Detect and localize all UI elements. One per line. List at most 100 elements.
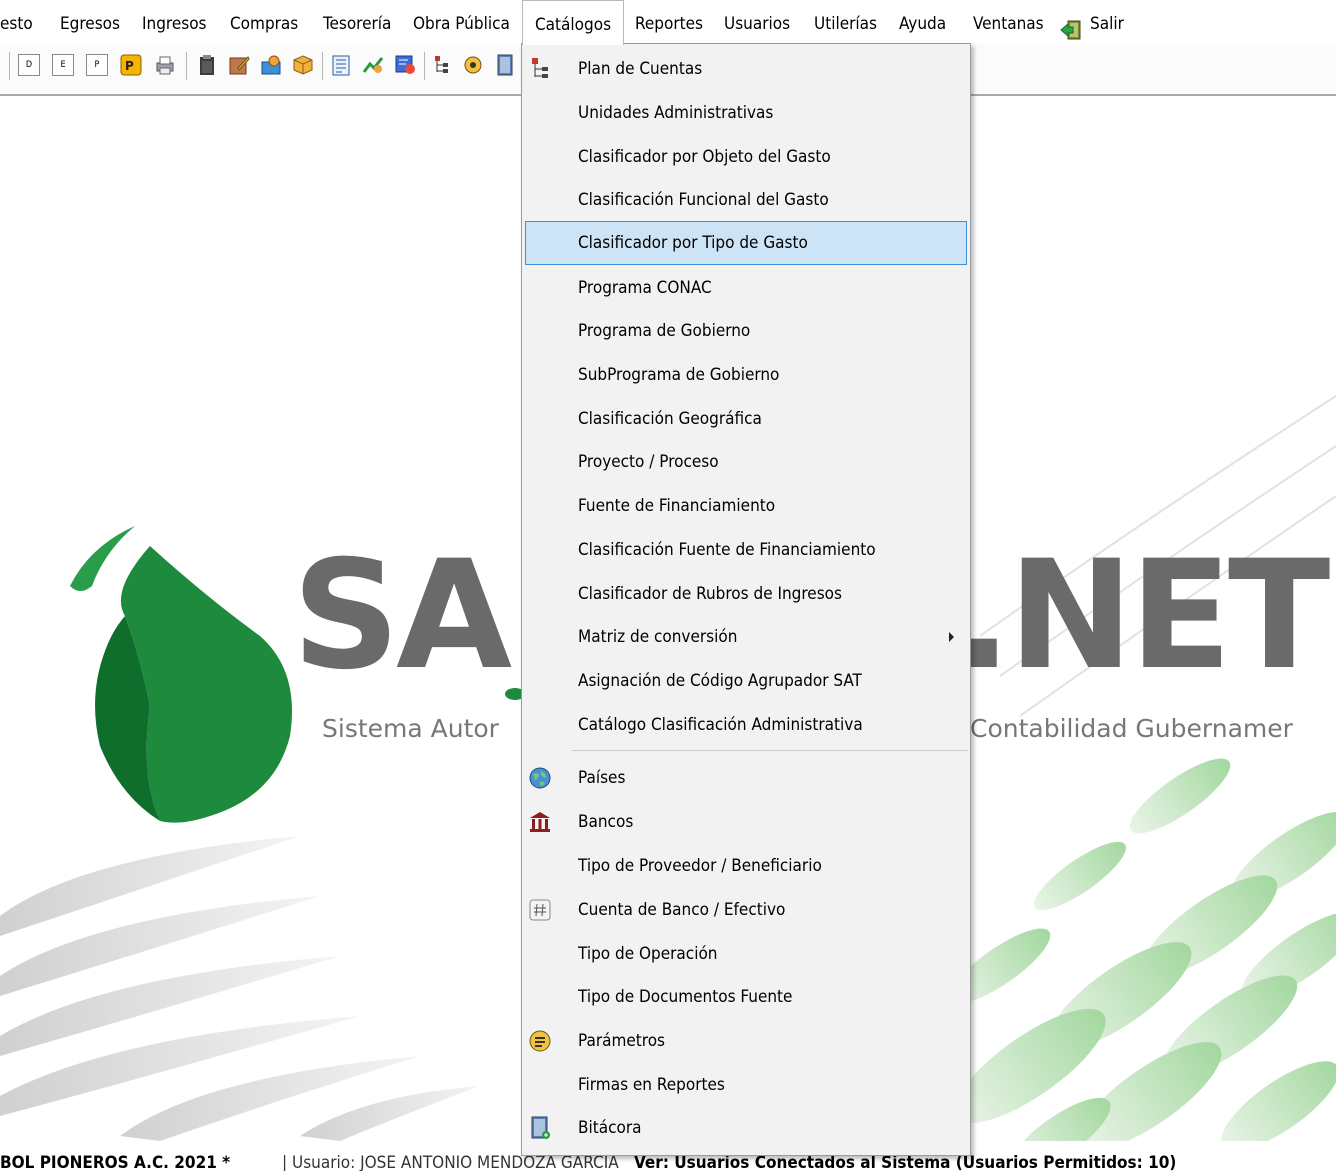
tree-icon <box>528 57 552 81</box>
tree-icon[interactable] <box>432 54 454 76</box>
menu-item-label: Programa de Gobierno <box>578 321 751 341</box>
menu-ayuda[interactable]: Ayuda <box>899 0 946 44</box>
bank-icon <box>528 810 552 834</box>
menu-item-paises[interactable]: Países <box>522 756 970 800</box>
menu-item-label: Tipo de Proveedor / Beneficiario <box>578 856 822 876</box>
menu-usuarios[interactable]: Usuarios <box>724 0 790 44</box>
leaf-logo <box>70 526 292 823</box>
menu-item-clasificador-objeto-gasto[interactable]: Clasificador por Objeto del Gasto <box>522 135 970 179</box>
toolbar-separator <box>186 52 187 80</box>
menu-item-subprograma-gobierno[interactable]: SubPrograma de Gobierno <box>522 353 970 397</box>
printer-icon[interactable] <box>154 54 176 76</box>
logo-text-net: .NET <box>955 529 1330 703</box>
menu-compras[interactable]: Compras <box>230 0 298 44</box>
menu-item-clasificacion-geografica[interactable]: Clasificación Geográfica <box>522 397 970 441</box>
menu-item-plan-de-cuentas[interactable]: Plan de Cuentas <box>522 47 970 91</box>
toolbar-separator <box>9 52 10 80</box>
menu-item-label: Parámetros <box>578 1031 666 1051</box>
menu-tesoreria[interactable]: Tesorería <box>323 0 391 44</box>
menu-item-parametros[interactable]: Parámetros <box>522 1019 970 1063</box>
menu-catalogos[interactable]: Catálogos <box>522 0 624 45</box>
menu-item-bancos[interactable]: Bancos <box>522 800 970 844</box>
menu-item-label: Plan de Cuentas <box>578 59 703 79</box>
menu-item-unidades-administrativas[interactable]: Unidades Administrativas <box>522 91 970 135</box>
menu-salir-label: Salir <box>1090 14 1124 34</box>
menu-item-matriz-conversion[interactable]: Matriz de conversión <box>522 615 970 659</box>
menu-item-clasificacion-fuente-financiamiento[interactable]: Clasificación Fuente de Financiamiento <box>522 528 970 572</box>
menu-ingresos[interactable]: Ingresos <box>142 0 207 44</box>
notepad-icon[interactable] <box>228 54 250 76</box>
menu-item-label: Proyecto / Proceso <box>578 452 719 472</box>
menu-item-label: Clasificación Funcional del Gasto <box>578 190 829 210</box>
menu-utilerias[interactable]: Utilerías <box>814 0 877 44</box>
menu-bar: esto Egresos Ingresos Compras Tesorería … <box>0 0 1336 45</box>
exit-door-icon <box>1060 12 1082 40</box>
menu-item-tipo-operacion[interactable]: Tipo de Operación <box>522 932 970 976</box>
toolbar-button-p[interactable]: P <box>86 54 108 76</box>
menu-item-label: Países <box>578 768 626 788</box>
menu-item-label: Bitácora <box>578 1118 642 1138</box>
parameters-icon <box>528 1029 552 1053</box>
menu-item-label: Cuenta de Banco / Efectivo <box>578 900 786 920</box>
menu-item-firmas-reportes[interactable]: Firmas en Reportes <box>522 1063 970 1107</box>
menu-item-cuenta-banco-efectivo[interactable]: Cuenta de Banco / Efectivo <box>522 888 970 932</box>
svg-text:P: P <box>125 59 134 73</box>
box-icon[interactable] <box>292 54 314 76</box>
menu-item-bitacora[interactable]: Bitácora <box>522 1106 970 1150</box>
menu-item-label: Fuente de Financiamiento <box>578 496 776 516</box>
menu-item-label: Clasificador de Rubros de Ingresos <box>578 584 842 604</box>
submenu-arrow-icon <box>949 632 954 642</box>
menu-reportes[interactable]: Reportes <box>635 0 703 44</box>
menu-item-label: SubPrograma de Gobierno <box>578 365 780 385</box>
catalogos-dropdown-menu: Plan de Cuentas Unidades Administrativas… <box>521 43 971 1156</box>
menu-item-label: Tipo de Documentos Fuente <box>578 987 793 1007</box>
menu-item-label: Bancos <box>578 812 634 832</box>
menu-item-label: Clasificador por Objeto del Gasto <box>578 147 831 167</box>
status-company: BOL PIONEROS A.C. 2021 * <box>0 1153 231 1171</box>
menu-item-label: Matriz de conversión <box>578 627 738 647</box>
menu-item-label: Catálogo Clasificación Administrativa <box>578 715 863 735</box>
menu-item-label: Firmas en Reportes <box>578 1075 725 1095</box>
menu-ventanas[interactable]: Ventanas <box>973 0 1044 44</box>
log-book-icon <box>528 1116 552 1140</box>
menu-item-programa-conac[interactable]: Programa CONAC <box>522 266 970 310</box>
menu-item-clasificacion-funcional-gasto[interactable]: Clasificación Funcional del Gasto <box>522 178 970 222</box>
toolbar-separator <box>322 52 323 80</box>
toolbar-button-d[interactable]: D <box>18 54 40 76</box>
menu-presupuesto[interactable]: esto <box>0 0 33 44</box>
menu-item-label: Asignación de Código Agrupador SAT <box>578 671 862 691</box>
menu-item-label: Clasificación Geográfica <box>578 409 762 429</box>
settings-icon[interactable] <box>462 54 484 76</box>
book-icon[interactable] <box>494 54 516 76</box>
menu-item-codigo-agrupador-sat[interactable]: Asignación de Código Agrupador SAT <box>522 659 970 703</box>
menu-item-catalogo-clasificacion-administrativa[interactable]: Catálogo Clasificación Administrativa <box>522 703 970 747</box>
logo-text-sa: SA <box>292 529 512 703</box>
toolbar-button-e[interactable]: E <box>52 54 74 76</box>
menu-separator <box>572 750 968 751</box>
menu-item-label: Clasificación Fuente de Financiamiento <box>578 540 876 560</box>
chart-icon[interactable] <box>362 54 384 76</box>
logo-tagline-left: Sistema Autor <box>322 714 499 743</box>
menu-item-label: Tipo de Operación <box>578 944 718 964</box>
menu-obra-publica[interactable]: Obra Pública <box>413 0 510 44</box>
menu-item-clasificador-rubros-ingresos[interactable]: Clasificador de Rubros de Ingresos <box>522 572 970 616</box>
hash-icon <box>528 898 552 922</box>
menu-item-label: Clasificador por Tipo de Gasto <box>578 233 808 253</box>
logo-tagline-right: Contabilidad Gubernamer <box>970 714 1293 743</box>
menu-item-tipo-proveedor-beneficiario[interactable]: Tipo de Proveedor / Beneficiario <box>522 844 970 888</box>
list-doc-icon[interactable] <box>330 54 352 76</box>
globe-icon <box>528 766 552 790</box>
menu-item-programa-gobierno[interactable]: Programa de Gobierno <box>522 309 970 353</box>
menu-item-clasificador-tipo-gasto[interactable]: Clasificador por Tipo de Gasto <box>525 221 967 265</box>
toolbar-separator <box>424 52 425 80</box>
menu-egresos[interactable]: Egresos <box>60 0 120 44</box>
menu-item-proyecto-proceso[interactable]: Proyecto / Proceso <box>522 440 970 484</box>
menu-item-tipo-documentos-fuente[interactable]: Tipo de Documentos Fuente <box>522 975 970 1019</box>
report-icon[interactable] <box>394 54 416 76</box>
menu-item-label: Unidades Administrativas <box>578 103 774 123</box>
menu-item-fuente-financiamiento[interactable]: Fuente de Financiamiento <box>522 484 970 528</box>
clipboard-icon[interactable] <box>196 54 218 76</box>
p-doc-icon[interactable]: P <box>120 54 142 76</box>
user-card-icon[interactable] <box>260 54 282 76</box>
menu-item-label: Programa CONAC <box>578 278 712 298</box>
